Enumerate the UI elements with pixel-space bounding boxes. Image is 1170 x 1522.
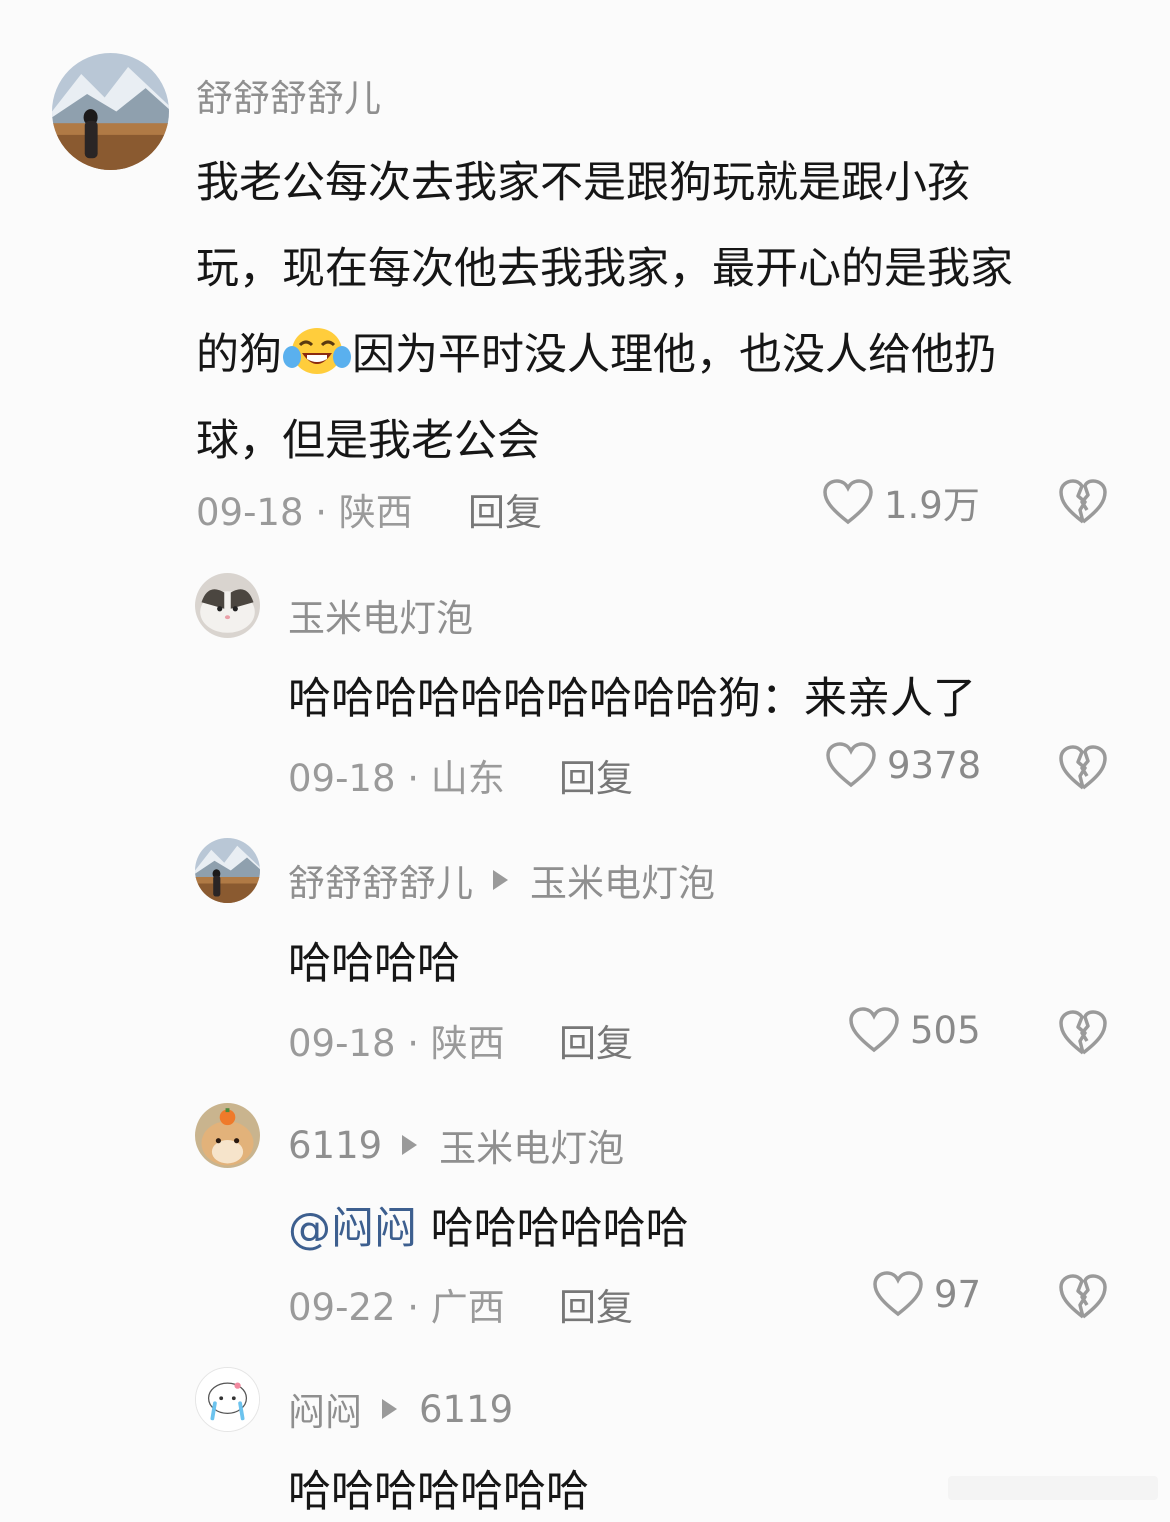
like-count: 505 [910, 1008, 981, 1052]
comment-thread: 舒舒舒舒儿 我老公每次去我家不是跟狗玩就是跟小孩 玩，现在每次他去我我家，最开心… [0, 0, 1170, 1522]
username-text[interactable]: 舒舒舒舒儿 [288, 853, 473, 907]
dislike-button[interactable] [1058, 1009, 1108, 1061]
dislike-button[interactable] [1058, 744, 1108, 796]
username[interactable]: 舒舒舒舒儿 [196, 68, 381, 122]
like-count: 97 [934, 1272, 982, 1316]
avatar-landscape-image [195, 838, 260, 903]
watermark-image [948, 1476, 1158, 1500]
dislike-button[interactable] [1058, 478, 1108, 530]
reply-button[interactable]: 回复 [559, 748, 633, 802]
broken-heart-icon [1059, 745, 1107, 790]
dislike-button[interactable] [1058, 1273, 1108, 1325]
reply-button[interactable]: 回复 [468, 482, 542, 536]
avatar-landscape-image [52, 53, 169, 170]
comment-segment: 哈哈哈哈哈哈 [417, 1204, 689, 1254]
date-location: 09-22 · 广西 [288, 1286, 505, 1329]
username[interactable]: 玉米电灯泡 [288, 588, 473, 642]
reply-button[interactable]: 回复 [559, 1013, 633, 1067]
comment-line: 球，但是我老公会 [196, 416, 540, 466]
reply-to-username[interactable]: 玉米电灯泡 [530, 853, 715, 907]
comment-segment: 因为平时没人理他，也没人给他扔 [352, 330, 997, 380]
like-count: 1.9万 [884, 484, 980, 527]
username: 闷闷 6119 [288, 1382, 513, 1436]
heart-icon [826, 742, 876, 788]
username: 6119 玉米电灯泡 [288, 1118, 624, 1172]
heart-icon [873, 1271, 923, 1317]
avatar[interactable] [195, 1367, 260, 1432]
avatar-cat-image [195, 573, 260, 638]
comment-text: 哈哈哈哈哈哈哈哈哈哈狗：来亲人了 [288, 674, 976, 724]
reply-button[interactable]: 回复 [559, 1277, 633, 1331]
avatar-cartoon-image [196, 1368, 259, 1431]
date-location: 09-18 · 山东 [288, 757, 505, 800]
avatar[interactable] [195, 838, 260, 903]
broken-heart-icon [1059, 1274, 1107, 1319]
reply-arrow-icon [382, 1399, 397, 1419]
username-text[interactable]: 闷闷 [288, 1382, 362, 1436]
like-button[interactable]: 97 [872, 1270, 981, 1318]
heart-icon [849, 1007, 899, 1053]
comment-text: 哈哈哈哈 [288, 939, 460, 989]
mention-link[interactable]: @闷闷 [288, 1204, 417, 1254]
comment-text: 哈哈哈哈哈哈哈 [288, 1467, 589, 1517]
avatar[interactable] [195, 1103, 260, 1168]
reply-arrow-icon [402, 1135, 418, 1155]
like-count: 9378 [887, 743, 982, 787]
laughing-crying-emoji-icon [283, 328, 351, 374]
reply-to-username[interactable]: 6119 [419, 1388, 513, 1431]
username-text[interactable]: 玉米电灯泡 [288, 588, 473, 642]
username-text[interactable]: 6119 [288, 1124, 382, 1167]
broken-heart-icon [1059, 479, 1107, 524]
username: 舒舒舒舒儿 玉米电灯泡 [288, 853, 715, 907]
reply-to-username[interactable]: 玉米电灯泡 [439, 1118, 624, 1172]
like-button[interactable]: 1.9万 [822, 475, 980, 529]
heart-icon [823, 479, 873, 525]
date-location: 09-18 · 陕西 [196, 491, 413, 534]
like-button[interactable]: 9378 [825, 741, 981, 789]
date-location: 09-18 · 陕西 [288, 1022, 505, 1065]
broken-heart-icon [1059, 1010, 1107, 1055]
comment-line: 我老公每次去我家不是跟狗玩就是跟小孩 [196, 158, 970, 208]
avatar-hamster-image [195, 1103, 260, 1168]
username-text[interactable]: 舒舒舒舒儿 [196, 68, 381, 122]
comment-segment: 的狗 [196, 330, 282, 380]
avatar[interactable] [52, 53, 169, 170]
comment-text: 我老公每次去我家不是跟狗玩就是跟小孩 玩，现在每次他去我我家，最开心的是我家 的… [196, 140, 1013, 484]
comment-line: 的狗 因为平时没人理他，也没人给他扔 [196, 312, 1013, 398]
comment-text: @闷闷 哈哈哈哈哈哈 [288, 1194, 689, 1256]
comment-line: 玩，现在每次他去我我家，最开心的是我家 [196, 244, 1013, 294]
reply-arrow-icon [493, 870, 508, 890]
avatar[interactable] [195, 573, 260, 638]
like-button[interactable]: 505 [848, 1006, 981, 1054]
